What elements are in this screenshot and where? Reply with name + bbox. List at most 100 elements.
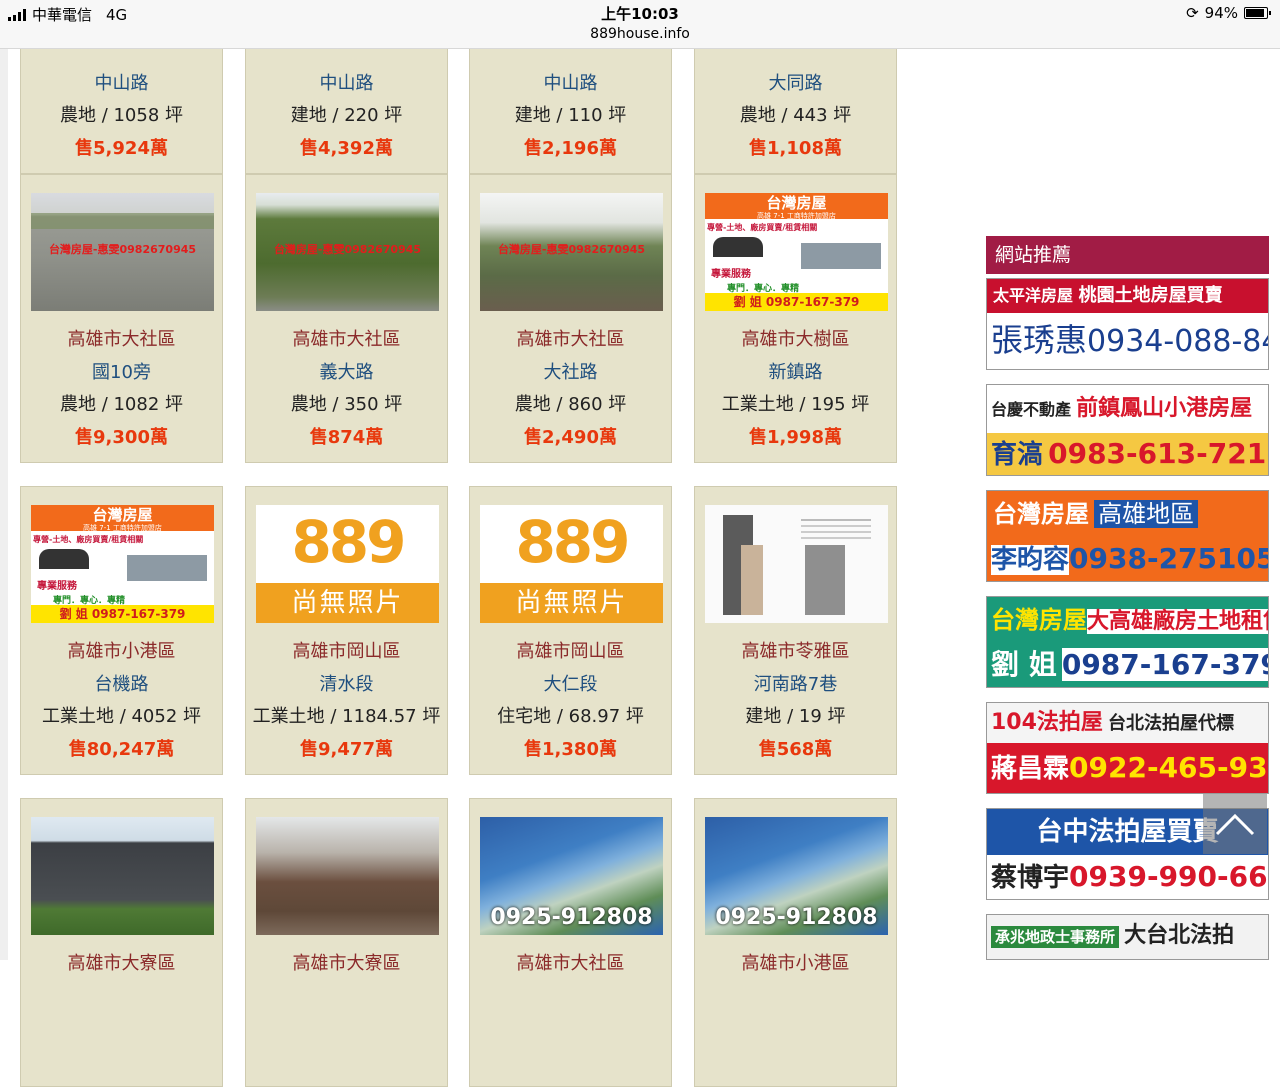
listing-road[interactable]: 中山路 [470,69,671,95]
listing-photo[interactable]: 台灣房屋-惠雯0982670945 [256,193,439,311]
clock: 上午10:03 [601,5,679,23]
agent-pro: 專業服務 [37,581,77,592]
listing-card[interactable]: 0925-912808 高雄市小港區 [694,798,897,1087]
no-photo-placeholder[interactable]: 889 尚無照片 [480,505,663,623]
ad-banner-4[interactable]: 台灣房屋大高雄廠房土地租售 劉 姐 0987-167-379 [986,596,1269,688]
listing-spec: 農地 / 860 坪 [514,394,627,415]
agent-sub: 高雄 7-1 工商特許加盟店 [83,524,162,532]
ad-banner-5[interactable]: 104法拍屋 台北法拍屋代標 蔣昌霖0922-465-931 [986,702,1269,794]
listing-photo[interactable]: 台灣房屋-惠雯0982670945 [31,193,214,311]
listing-price: 售9,477萬 [300,739,393,760]
listing-spec: 農地 / 350 坪 [290,394,403,415]
listing-road[interactable]: 新鎮路 [695,358,896,384]
listing-road[interactable]: 義大路 [246,358,447,384]
listing-spec: 農地 / 443 坪 [739,105,852,126]
listing-road[interactable]: 河南路7巷 [695,670,896,696]
listing-photo[interactable] [705,505,888,623]
listing-road[interactable]: 大同路 [695,69,896,95]
agent-pro: 專業服務 [711,269,751,280]
ad-brand: 台灣房屋 [993,500,1089,528]
photo-watermark: 台灣房屋-惠雯0982670945 [497,243,646,256]
listing-card[interactable]: 高雄市大寮區 [245,798,448,1087]
listing-photo[interactable]: 0925-912808 [705,817,888,935]
listing-road[interactable]: 大社路 [470,358,671,384]
listing-district: 高雄市岡山區 [292,641,401,662]
listing-price: 售1,108萬 [749,138,842,159]
listing-road[interactable]: 國10旁 [21,358,222,384]
listing-district: 高雄市苓雅區 [741,641,850,662]
ad-banner-2[interactable]: 台慶不動產 前鎮鳳山小港房屋 育滈 0983-613-721 [986,384,1269,476]
listing-card[interactable]: 889 尚無照片 高雄市岡山區 清水段 工業土地 / 1184.57 坪 售9,… [245,486,448,775]
listing-price: 售80,247萬 [68,739,175,760]
listing-district: 高雄市小港區 [741,953,850,974]
listing-road[interactable]: 清水段 [246,670,447,696]
listing-card[interactable]: 台灣房屋 高雄 7-1 工商特許加盟店 專營-土地、廠房買賣/租賃相關 專業服務… [694,174,897,463]
ad-phone: 0987-167-379 [1061,648,1268,681]
agent-contact: 劉 姐 0987-167-379 [31,605,214,623]
listing-photo[interactable] [256,817,439,935]
listing-spec: 住宅地 / 68.97 坪 [497,706,644,727]
ad-headline: 前鎮鳳山小港房屋 [1076,396,1253,421]
business-people-icon [713,237,763,257]
listing-card[interactable]: 台灣房屋-惠雯0982670945 高雄市大社區 義大路 農地 / 350 坪 … [245,174,448,463]
listing-spec: 農地 / 1082 坪 [59,394,184,415]
photo-watermark: 台灣房屋-惠雯0982670945 [48,243,197,256]
ad-brand: 台灣房屋 [991,606,1087,634]
orientation-lock-icon: ⟳ [1186,4,1199,22]
listing-spec: 工業土地 / 1184.57 坪 [252,706,441,727]
ad-headline: 台北法拍屋代標 [1108,713,1235,734]
listing-photo[interactable]: 0925-912808 [480,817,663,935]
listing-price: 售568萬 [758,739,833,760]
listing-card[interactable]: 台灣房屋-惠雯0982670945 高雄市大社區 大社路 農地 / 860 坪 … [469,174,672,463]
listing-spec: 建地 / 110 坪 [514,105,627,126]
ad-banner-1[interactable]: 太平洋房屋 桃園土地房屋買賣 張琇惠0934-088-843 [986,278,1269,370]
listing-grid: 中山路 農地 / 1058 坪 售5,924萬 中山路 建地 / 220 坪 售… [20,0,900,1087]
ad-headline: 台中法拍屋買賣 [1036,817,1219,847]
address-bar-url[interactable]: 889house.info [0,26,1280,42]
ad-name: 李昀容 [991,545,1070,575]
listing-card[interactable]: 高雄市苓雅區 河南路7巷 建地 / 19 坪 售568萬 [694,486,897,775]
listing-road[interactable]: 大仁段 [470,670,671,696]
listing-card[interactable]: 889 尚無照片 高雄市岡山區 大仁段 住宅地 / 68.97 坪 售1,380… [469,486,672,775]
agent-banner-photo[interactable]: 台灣房屋 高雄 7-1 工商特許加盟店 專營-土地、廠房買賣/租賃相關 專業服務… [705,193,888,311]
photo-phone-overlay: 0925-912808 [715,905,878,930]
scroll-to-top-button[interactable] [1203,794,1267,854]
listing-road[interactable]: 台機路 [21,670,222,696]
battery-info: ⟳ 94% [1186,4,1271,22]
listing-spec: 工業土地 / 4052 坪 [41,706,202,727]
chevron-up-icon [1215,813,1255,836]
listing-price: 售9,300萬 [75,427,168,448]
ad-name: 蔡博宇 [991,863,1070,893]
listing-price: 售2,196萬 [524,138,617,159]
listing-card[interactable]: 0925-912808 高雄市大社區 [469,798,672,1087]
listing-photo[interactable] [31,817,214,935]
no-photo-label: 尚無照片 [256,583,439,623]
listing-photo[interactable]: 台灣房屋-惠雯0982670945 [480,193,663,311]
recommended-sites-sidebar: 網站推薦 太平洋房屋 桃園土地房屋買賣 張琇惠0934-088-843 台慶不動… [986,236,1269,960]
agent-banner-photo[interactable]: 台灣房屋 高雄 7-1 工商特許加盟店 專營-土地、廠房買賣/租賃相關 專業服務… [31,505,214,623]
business-people-icon [39,549,89,569]
ad-phone: 0939-990-668 [1069,860,1269,893]
no-photo-placeholder[interactable]: 889 尚無照片 [256,505,439,623]
listing-spec: 建地 / 19 坪 [745,706,846,727]
left-edge [0,48,8,960]
listing-card[interactable]: 台灣房屋-惠雯0982670945 高雄市大社區 國10旁 農地 / 1082 … [20,174,223,463]
battery-icon [1244,7,1271,19]
ad-name: 張琇惠 [991,321,1088,359]
listing-card[interactable]: 台灣房屋 高雄 7-1 工商特許加盟店 專營-土地、廠房買賣/租賃相關 專業服務… [20,486,223,775]
listing-district: 高雄市大社區 [516,329,625,350]
ad-banner-3[interactable]: 台灣房屋 高雄地區 李昀容0938-275105 [986,490,1269,582]
listing-card[interactable]: 高雄市大寮區 [20,798,223,1087]
listing-district: 高雄市大社區 [292,329,401,350]
ad-banner-7[interactable]: 承兆地政士事務所 大台北法拍 [986,914,1269,960]
listing-price: 售874萬 [309,427,384,448]
ad-name: 劉 姐 [991,648,1057,681]
listing-district: 高雄市小港區 [67,641,176,662]
listing-road[interactable]: 中山路 [21,69,222,95]
listing-price: 售1,998萬 [749,427,842,448]
listing-spec: 建地 / 220 坪 [290,105,403,126]
ad-phone: 0938-275105 [1069,542,1269,575]
photo-watermark: 台灣房屋-惠雯0982670945 [273,243,422,256]
listing-road[interactable]: 中山路 [246,69,447,95]
listing-district: 高雄市岡山區 [516,641,625,662]
